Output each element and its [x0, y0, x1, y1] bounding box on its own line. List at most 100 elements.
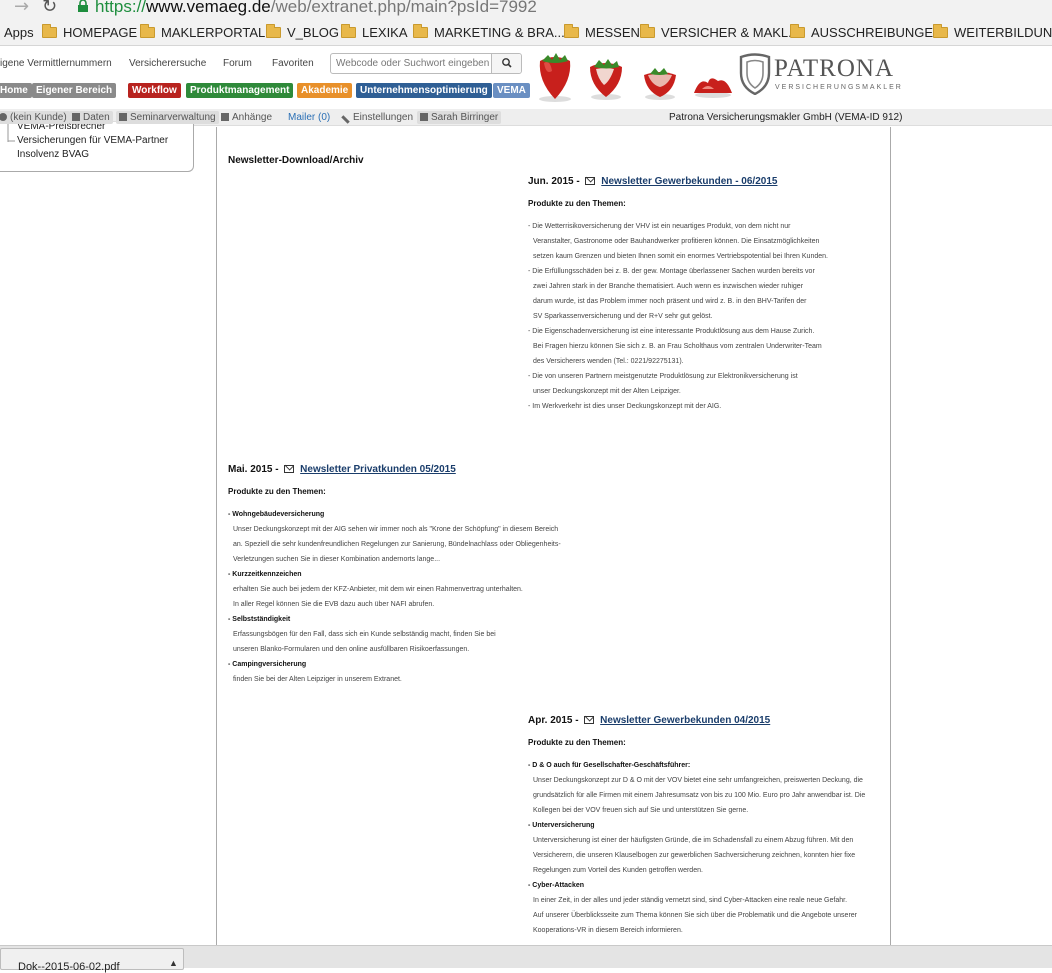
- folder-icon: [266, 24, 281, 38]
- tab-produktmanagement[interactable]: Produktmanagement: [186, 83, 294, 98]
- bookmark-label: VERSICHER & MAKL...: [661, 25, 799, 40]
- toolbar-anhaenge[interactable]: Anhänge: [221, 112, 272, 123]
- newsletter-line: - Campingversicherung: [228, 661, 307, 668]
- bookmark-weiterbildung[interactable]: WEITERBILDUNG: [933, 24, 1052, 40]
- envelope-icon: [221, 113, 229, 121]
- envelope-icon: [585, 177, 596, 185]
- newsletter-heading: Apr. 2015 - Newsletter Gewerbekunden 04/…: [528, 715, 770, 726]
- newsletter-line: Veranstalter, Gastronome oder Bauhandwer…: [533, 238, 820, 245]
- data-icon: [72, 113, 80, 121]
- newsletter-line: - Unterversicherung: [528, 822, 595, 829]
- newsletter-line: - Kurzzeitkennzeichen: [228, 571, 302, 578]
- envelope-icon: [284, 465, 295, 473]
- calendar-icon: [119, 113, 127, 121]
- tab-unternehmensoptimierung[interactable]: Unternehmensoptimierung: [356, 83, 492, 98]
- bookmark-ausschreibungen[interactable]: AUSSCHREIBUNGEN: [790, 24, 943, 40]
- newsletter-line: erhalten Sie auch bei jedem der KFZ-Anbi…: [233, 586, 523, 593]
- toolbar-daten-overlay[interactable]: Daten: [69, 111, 113, 124]
- toolbar-seminar-overlay[interactable]: Seminarverwaltung: [116, 111, 219, 124]
- url-path: /web/extranet.php/main?psId=7992: [270, 0, 537, 16]
- newsletter-line: - Die Erfüllungsschäden bei z. B. der ge…: [528, 268, 815, 275]
- link-favoriten[interactable]: Favoriten: [272, 58, 314, 69]
- newsletter-line: Unterversicherung ist einer der häufigst…: [533, 837, 854, 844]
- nav-item-vema-partner[interactable]: Versicherungen für VEMA-Partner: [17, 135, 168, 146]
- link-versicherersuche[interactable]: Versicherersuche: [129, 58, 206, 69]
- section-title: Newsletter-Download/Archiv: [228, 155, 364, 166]
- main-content: Newsletter-Download/Archiv Jun. 2015 - N…: [216, 127, 891, 947]
- tab-home[interactable]: Home: [0, 83, 32, 98]
- toolbar-label: Einstellungen: [353, 112, 414, 123]
- bookmark-lexika[interactable]: LEXIKA: [341, 24, 408, 40]
- newsletter-line: Kollegen bei der VOV freuen sich auf Sie…: [533, 807, 749, 814]
- newsletter-line: finden Sie bei der Alten Leipziger in un…: [233, 676, 402, 683]
- newsletter-line: Versicherern, die unseren Klauselbogen z…: [533, 852, 856, 859]
- newsletter-link[interactable]: Newsletter Gewerbekunden 04/2015: [600, 715, 770, 726]
- newsletter-link[interactable]: Newsletter Gewerbekunden - 06/2015: [601, 176, 777, 187]
- reload-icon[interactable]: ↻: [42, 0, 57, 17]
- envelope-icon: [584, 716, 595, 724]
- search-input[interactable]: [336, 56, 491, 71]
- address-bar[interactable]: → ↻ https://www.vemaeg.de/web/extranet.p…: [0, 0, 1052, 18]
- folder-icon: [790, 24, 805, 38]
- bookmark-label: MESSEN: [585, 25, 640, 40]
- newsletter-line: - Wohngebäudeversicherung: [228, 511, 325, 518]
- toolbar-user[interactable]: Sarah Birringer: [417, 111, 502, 124]
- folder-icon: [933, 24, 948, 38]
- chevron-up-icon[interactable]: ▲: [169, 958, 178, 968]
- newsletter-line: an. Speziell die sehr kundenfreundlichen…: [233, 541, 561, 548]
- bookmark-versicher[interactable]: VERSICHER & MAKL...: [640, 24, 799, 40]
- logo-subtitle: VERSICHERUNGSMAKLER: [775, 84, 903, 91]
- link-forum[interactable]: Forum: [223, 58, 252, 69]
- site-header: igene Vermittlernummern Versicherersuche…: [0, 47, 1052, 109]
- patrona-logo[interactable]: PATRONA VERSICHERUNGSMAKLER: [738, 53, 901, 98]
- bookmark-label: AUSSCHREIBUNGEN: [811, 25, 943, 40]
- newsletter-line: Bei Fragen hierzu können Sie sich z. B. …: [533, 343, 822, 350]
- bookmark-label: Apps: [4, 25, 34, 40]
- newsletter-line: SV Sparkassenversicherung und der R+V se…: [533, 313, 713, 320]
- newsletter-line: - Die Eigenschadenversicherung ist eine …: [528, 328, 815, 335]
- newsletter-line: - Die Wetterrisikoversicherung der VHV i…: [528, 223, 791, 230]
- bookmark-maklerportale[interactable]: MAKLERPORTALE: [140, 24, 274, 40]
- tab-akademie[interactable]: Akademie: [297, 83, 353, 98]
- forward-arrow-icon[interactable]: →: [14, 0, 29, 17]
- url-text[interactable]: https://www.vemaeg.de/web/extranet.php/m…: [95, 0, 537, 17]
- tab-vema[interactable]: VEMA: [493, 83, 530, 98]
- nav-item-insolvenz[interactable]: Insolvenz BVAG: [17, 149, 89, 160]
- folder-icon: [640, 24, 655, 38]
- newsletter-line: In aller Regel können Sie die EVB dazu a…: [233, 601, 435, 608]
- newsletter-line: Kooperations-VR in diesem Bereich inform…: [533, 927, 683, 934]
- bookmark-v-blog[interactable]: V_BLOG: [266, 24, 340, 40]
- search-button[interactable]: [491, 54, 521, 73]
- newsletter-line: Unser Deckungskonzept mit der AIG sehen …: [233, 526, 559, 533]
- bookmark-label: HOMEPAGE: [63, 25, 138, 40]
- toolbar-mailer[interactable]: Mailer (0): [288, 112, 330, 123]
- bookmark-marketing[interactable]: MARKETING & BRA...: [413, 24, 565, 40]
- bookmark-label: V_BLOG: [287, 25, 340, 40]
- newsletter-line: grundsätzlich für alle Firmen mit einem …: [533, 792, 866, 799]
- company-name: Patrona Versicherungsmakler GmbH (VEMA-I…: [669, 112, 903, 123]
- bookmark-apps[interactable]: Apps: [4, 25, 34, 40]
- toolbar-kunde-overlay[interactable]: (kein Kunde): [0, 111, 70, 124]
- tab-workflow[interactable]: Workflow: [128, 83, 181, 98]
- newsletter-line: - Selbstständigkeit: [228, 616, 291, 623]
- folder-icon: [413, 24, 428, 38]
- bookmark-homepage[interactable]: HOMEPAGE: [42, 24, 138, 40]
- tab-eigener-bereich[interactable]: Eigener Bereich: [32, 83, 117, 98]
- newsletter-line: - Die von unseren Partnern meistgenutzte…: [528, 373, 798, 380]
- newsletter-line: zwei Jahren stark in der Branche themati…: [533, 283, 804, 290]
- newsletter-line: darum wurde, ist das Problem immer noch …: [533, 298, 807, 305]
- bookmark-label: WEITERBILDUNG: [954, 25, 1052, 40]
- bookmarks-bar: Apps HOMEPAGE MAKLERPORTALE V_BLOG LEXIK…: [0, 18, 1052, 46]
- download-item[interactable]: Dok--2015-06-02.pdf ▲: [0, 948, 184, 973]
- strawberry-image: [590, 59, 622, 100]
- toolbar-einstellungen[interactable]: Einstellungen: [341, 112, 414, 124]
- newsletter-link[interactable]: Newsletter Privatkunden 05/2015: [300, 464, 456, 475]
- link-vermittlernummern[interactable]: igene Vermittlernummern: [0, 58, 112, 69]
- download-bar: Dok--2015-06-02.pdf ▲: [0, 945, 1052, 973]
- strawberry-image: [644, 68, 676, 100]
- produkte-label: Produkte zu den Themen:: [528, 738, 626, 747]
- wrench-icon: [341, 115, 350, 124]
- bookmark-messen[interactable]: MESSEN: [564, 24, 640, 40]
- produkte-label: Produkte zu den Themen:: [228, 487, 326, 496]
- newsletter-line: unser Deckungskonzept mit der Alten Leip…: [533, 388, 681, 395]
